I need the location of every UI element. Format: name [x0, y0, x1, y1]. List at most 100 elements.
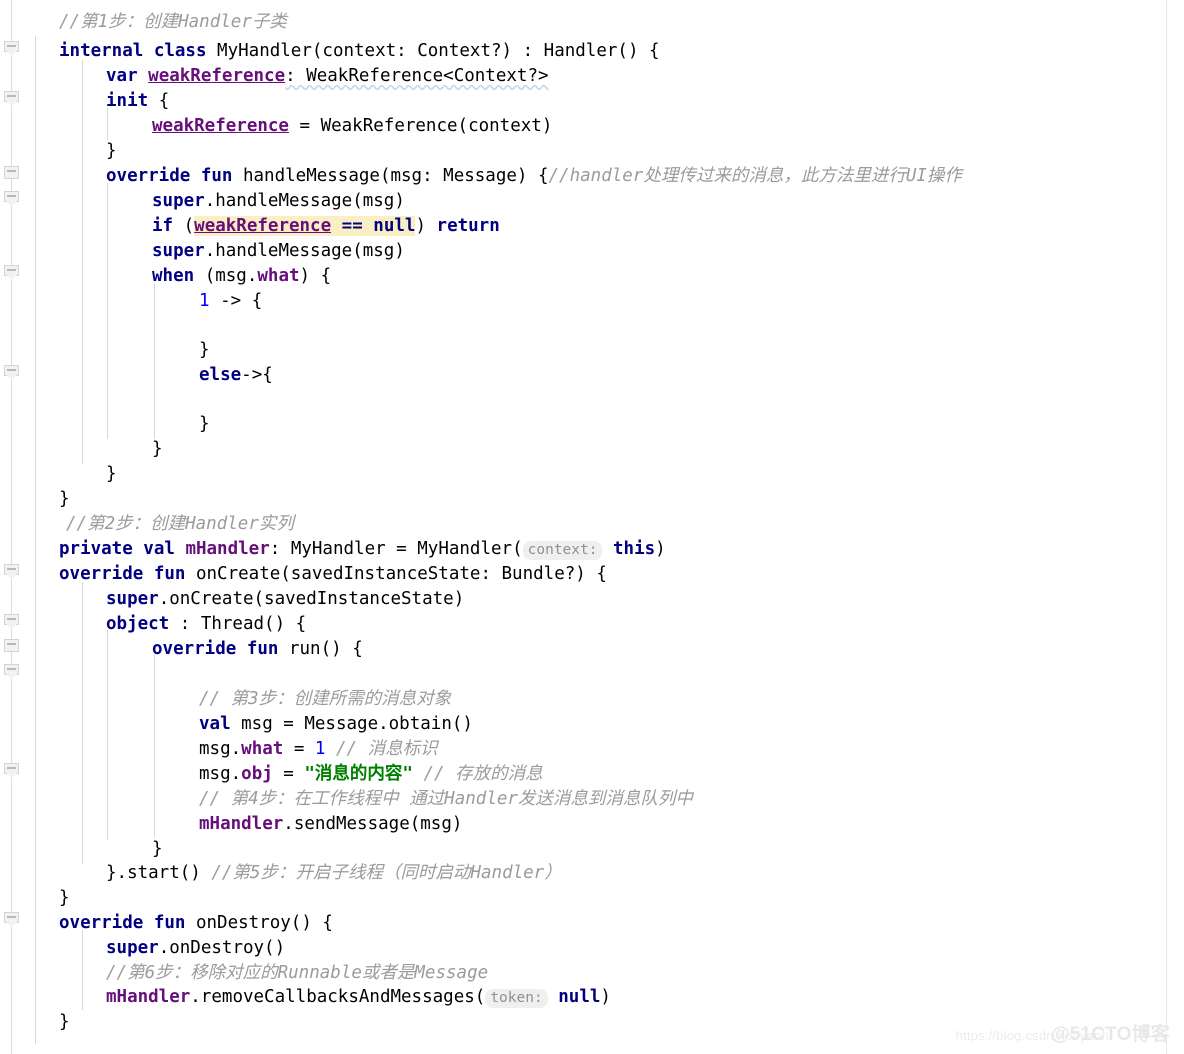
field-token: what	[257, 266, 300, 286]
code-token: {	[148, 91, 170, 111]
code-token: }	[59, 1012, 70, 1032]
inlay-hint: context:	[522, 541, 603, 560]
code-line[interactable]: msg.obj = "消息的内容" // 存放的消息	[0, 762, 543, 787]
code-line[interactable]: override fun onCreate(savedInstanceState…	[0, 562, 607, 587]
code-token: msg.	[199, 764, 242, 784]
comment-token: Handler	[178, 12, 252, 32]
code-line[interactable]: when (msg.what) {	[0, 264, 331, 289]
code-line[interactable]: }.start() //第5步：开启子线程（同时启动Handler）	[0, 861, 562, 886]
code-line[interactable]: //第2步：创建Handler实列	[0, 512, 294, 537]
keyword-token: else	[199, 365, 242, 385]
code-line[interactable]: super.handleMessage(msg)	[0, 239, 405, 264]
code-token: handleMessage(msg: Message) {	[232, 166, 549, 186]
code-line[interactable]: }	[0, 487, 70, 512]
field-token: what	[241, 739, 284, 759]
code-token: }	[199, 414, 210, 434]
keyword-token: private val	[59, 539, 175, 559]
code-line[interactable]: val msg = Message.obtain()	[0, 712, 473, 737]
code-line[interactable]: else->{	[0, 363, 273, 388]
code-line[interactable]: super.handleMessage(msg)	[0, 189, 405, 214]
code-line[interactable]: mHandler.sendMessage(msg)	[0, 812, 462, 837]
code-line[interactable]: }	[0, 437, 163, 462]
keyword-token: super	[106, 938, 159, 958]
code-token: .handleMessage(msg)	[204, 241, 405, 261]
code-line[interactable]: }	[0, 1010, 70, 1035]
keyword-token: null	[373, 216, 416, 236]
code-line[interactable]: }	[0, 412, 210, 437]
code-line[interactable]: init {	[0, 89, 169, 114]
code-token: }	[106, 464, 117, 484]
code-line[interactable]: internal class MyHandler(context: Contex…	[0, 39, 660, 64]
field-token: mHandler	[106, 987, 191, 1007]
code-line[interactable]: // 第3步：创建所需的消息对象	[0, 687, 451, 712]
code-token: }	[152, 839, 163, 859]
code-line[interactable]: private val mHandler: MyHandler = MyHand…	[0, 537, 666, 562]
comment-token: //第6步：移除对应的Runnable或者是Message	[106, 963, 489, 983]
code-line[interactable]: }	[0, 338, 210, 363]
code-token: : WeakReference<Context?>	[285, 66, 549, 86]
comment-token: //handler处理传过来的消息，此方法里进行UI操作	[548, 166, 962, 186]
comment-token: //第2步：创建	[66, 514, 186, 534]
keyword-token: override fun	[59, 564, 186, 584]
number-token: 1	[314, 739, 326, 759]
comment-token: 实列	[258, 514, 294, 534]
code-token: (	[173, 216, 195, 236]
code-token: onDestroy() {	[185, 913, 333, 933]
keyword-token: return	[436, 216, 500, 236]
code-token: =	[272, 764, 305, 784]
code-line[interactable]: 1 -> {	[0, 289, 262, 314]
code-line[interactable]: }	[0, 837, 163, 862]
code-line[interactable]: }	[0, 886, 70, 911]
keyword-token: override fun	[106, 166, 233, 186]
code-line[interactable]: override fun run() {	[0, 637, 363, 662]
code-line[interactable]: super.onDestroy()	[0, 936, 285, 961]
code-line[interactable]: object : Thread() {	[0, 612, 306, 637]
code-line[interactable]: mHandler.removeCallbacksAndMessages(toke…	[0, 985, 611, 1010]
code-line[interactable]: var weakReference: WeakReference<Context…	[0, 64, 549, 89]
code-line[interactable]: //第1步：创建Handler子类	[0, 10, 287, 35]
code-token: .sendMessage(msg)	[283, 814, 463, 834]
code-line[interactable]: override fun handleMessage(msg: Message)…	[0, 164, 962, 189]
keyword-token: super	[152, 241, 205, 261]
code-token: }	[59, 888, 70, 908]
keyword-token: object	[106, 614, 170, 634]
code-line[interactable]: super.onCreate(savedInstanceState)	[0, 587, 464, 612]
keyword-token: this	[613, 539, 656, 559]
field-token: weakReference	[152, 116, 289, 136]
code-token: -> {	[209, 291, 263, 311]
code-token: =	[283, 739, 315, 759]
keyword-token: override fun	[152, 639, 279, 659]
number-token: 1	[199, 291, 210, 311]
comment-token: // 第3步：创建所需的消息对象	[199, 689, 452, 709]
code-token: }	[59, 489, 70, 509]
code-line[interactable]: // 第4步：在工作线程中 通过Handler发送消息到消息队列中	[0, 787, 693, 812]
field-token: mHandler	[185, 539, 270, 559]
code-token: .removeCallbacksAndMessages(	[190, 987, 486, 1007]
code-line[interactable]: if (weakReference == null) return	[0, 214, 500, 239]
code-line[interactable]: }	[0, 462, 117, 487]
code-token: )	[415, 216, 437, 236]
code-token: )	[655, 539, 666, 559]
comment-token: //第5步：开启子线程（同时启动Handler）	[211, 863, 562, 883]
code-token: }	[152, 439, 163, 459]
code-token: ) {	[299, 266, 332, 286]
code-line[interactable]: msg.what = 1 // 消息标识	[0, 737, 438, 762]
field-token: mHandler	[199, 814, 284, 834]
code-token: msg = Message.obtain()	[230, 714, 473, 734]
code-line[interactable]: weakReference = WeakReference(context)	[0, 114, 552, 139]
code-line[interactable]: override fun onDestroy() {	[0, 911, 333, 936]
code-token: : MyHandler = MyHandler(	[269, 539, 523, 559]
watermark-brand: @51CTO博客	[1050, 1024, 1170, 1045]
keyword-token: init	[106, 91, 149, 111]
code-editor[interactable]: //第1步：创建Handler子类 internal class MyHandle…	[0, 0, 1184, 1054]
code-area[interactable]: //第1步：创建Handler子类 internal class MyHandle…	[0, 0, 1184, 1054]
code-token: .handleMessage(msg)	[204, 191, 405, 211]
code-token: run() {	[278, 639, 363, 659]
inlay-hint: token:	[485, 989, 548, 1008]
code-line[interactable]: //第6步：移除对应的Runnable或者是Message	[0, 961, 488, 986]
keyword-token: super	[106, 589, 159, 609]
comment-token: Handler	[185, 514, 259, 534]
code-line[interactable]: }	[0, 139, 117, 164]
